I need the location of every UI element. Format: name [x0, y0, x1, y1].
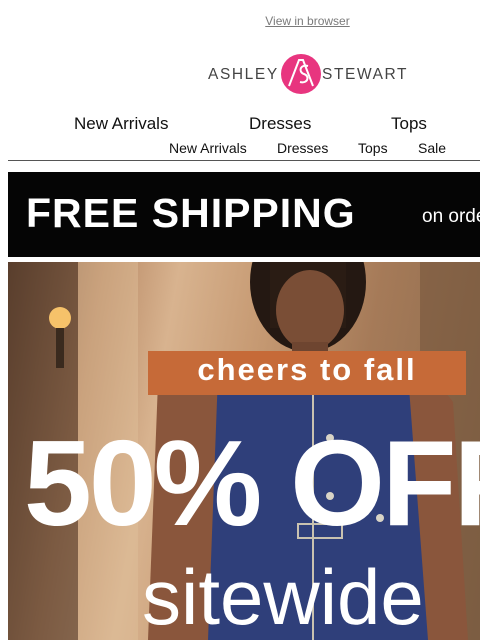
shipping-headline: FREE SHIPPING	[26, 190, 356, 236]
nav-divider	[8, 160, 480, 161]
nav-item-tops[interactable]: Tops	[391, 114, 427, 134]
logo-word-right: STEWART	[322, 66, 409, 83]
shipping-subtext: on orders	[422, 206, 480, 227]
subnav-item-new-arrivals[interactable]: New Arrivals	[169, 140, 247, 156]
nav-item-dresses[interactable]: Dresses	[249, 114, 311, 134]
subnav-item-dresses[interactable]: Dresses	[277, 140, 328, 156]
logo-word-left: ASHLEY	[208, 66, 279, 83]
hero-discount-headline: 50% OFF	[24, 415, 480, 551]
brand-logo[interactable]: ASHLEY STEWART	[208, 52, 408, 96]
subnav-item-sale[interactable]: Sale	[418, 140, 446, 156]
secondary-nav: New Arrivals Dresses Tops Sale	[0, 140, 480, 158]
view-in-browser-link[interactable]: View in browser	[0, 14, 480, 28]
hero-sitewide-text: sitewide	[142, 553, 424, 640]
hero-promo-image[interactable]: cheers to fall 50% OFF sitewide	[8, 262, 480, 640]
logo-monogram-icon	[281, 54, 321, 94]
subnav-item-tops[interactable]: Tops	[358, 140, 388, 156]
nav-item-new-arrivals[interactable]: New Arrivals	[74, 114, 168, 134]
ribbon-text: cheers to fall	[197, 352, 417, 387]
primary-nav: New Arrivals Dresses Tops	[0, 114, 480, 136]
free-shipping-banner[interactable]: FREE SHIPPING on orders	[8, 172, 480, 257]
